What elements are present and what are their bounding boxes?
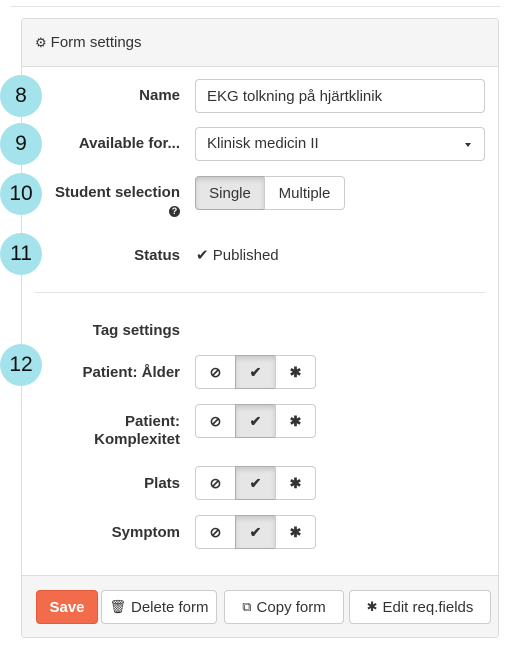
check-icon[interactable]: ✔ [235,466,276,500]
step-marker-12: 12 [0,344,42,386]
question-circle-icon[interactable]: ? [169,205,180,217]
step-marker-10: 10 [0,173,42,215]
copy-icon: ⧉ [242,599,252,614]
check-icon[interactable]: ✔ [235,404,276,438]
top-divider [10,6,500,7]
tag-label-line1: Patient: [124,413,180,430]
asterisk-icon[interactable]: ✱ [275,355,316,389]
ban-icon[interactable]: ⊘ [195,466,236,500]
status-label: Status [134,247,180,264]
section-divider [35,292,485,293]
delete-form-label: Delete form [130,598,209,616]
ban-icon[interactable]: ⊘ [195,355,236,389]
asterisk-icon[interactable]: ✱ [275,404,316,438]
edit-req-fields-button[interactable]: ✱ Edit req.fields [349,590,491,624]
tag-settings-heading: Tag settings [92,322,180,339]
available-for-label: Available for... [78,135,180,152]
step-marker-8: 8 [0,75,42,117]
ban-icon[interactable]: ⊘ [195,404,236,438]
available-for-value: Klinisk medicin II [207,135,319,152]
status-value: ✔ Published [196,246,279,264]
save-button[interactable]: Save [36,590,98,624]
student-selection-label: Student selection ? [55,184,180,220]
copy-form-button[interactable]: ⧉ Copy form [224,590,344,624]
asterisk-icon[interactable]: ✱ [275,466,316,500]
tag-label-plats: Plats [144,475,180,492]
delete-form-button[interactable]: 🗑 Delete form [101,590,217,624]
check-icon[interactable]: ✔ [235,355,276,389]
step-marker-11: 11 [0,233,42,275]
tag-toggle-plats: ⊘ ✔ ✱ [195,466,316,500]
edit-req-fields-label: Edit req.fields [382,598,474,616]
tag-label-line2: Komplexitet [94,431,180,448]
panel-header: ⚙ Form settings [22,19,498,67]
step-marker-9: 9 [0,123,42,165]
available-for-select[interactable]: Klinisk medicin II [195,127,485,161]
tag-toggle-symptom: ⊘ ✔ ✱ [195,515,316,549]
asterisk-icon: ✱ [366,599,378,614]
tag-label-patient-alder: Patient: Ålder [82,364,180,381]
caret-down-icon [465,143,471,147]
student-selection-label-text: Student selection [54,184,180,201]
student-selection-toggle: Single Multiple [195,176,345,210]
ban-icon[interactable]: ⊘ [195,515,236,549]
tag-toggle-patient-komplexitet: ⊘ ✔ ✱ [195,404,316,438]
tag-toggle-patient-alder: ⊘ ✔ ✱ [195,355,316,389]
tag-label-symptom: Symptom [111,524,180,541]
check-icon[interactable]: ✔ [235,515,276,549]
name-input[interactable] [195,79,485,113]
copy-form-label: Copy form [256,598,326,616]
tag-label-patient-komplexitet: Patient: Komplexitet [94,413,180,449]
status-text: Published [212,247,279,264]
asterisk-icon[interactable]: ✱ [275,515,316,549]
multiple-button[interactable]: Multiple [264,176,345,210]
trash-icon: 🗑 [109,599,126,614]
gear-icon: ⚙ [35,34,47,50]
single-button[interactable]: Single [195,176,265,210]
name-label: Name [139,87,180,104]
panel-title: Form settings [50,34,142,51]
check-icon: ✔ [196,247,209,264]
